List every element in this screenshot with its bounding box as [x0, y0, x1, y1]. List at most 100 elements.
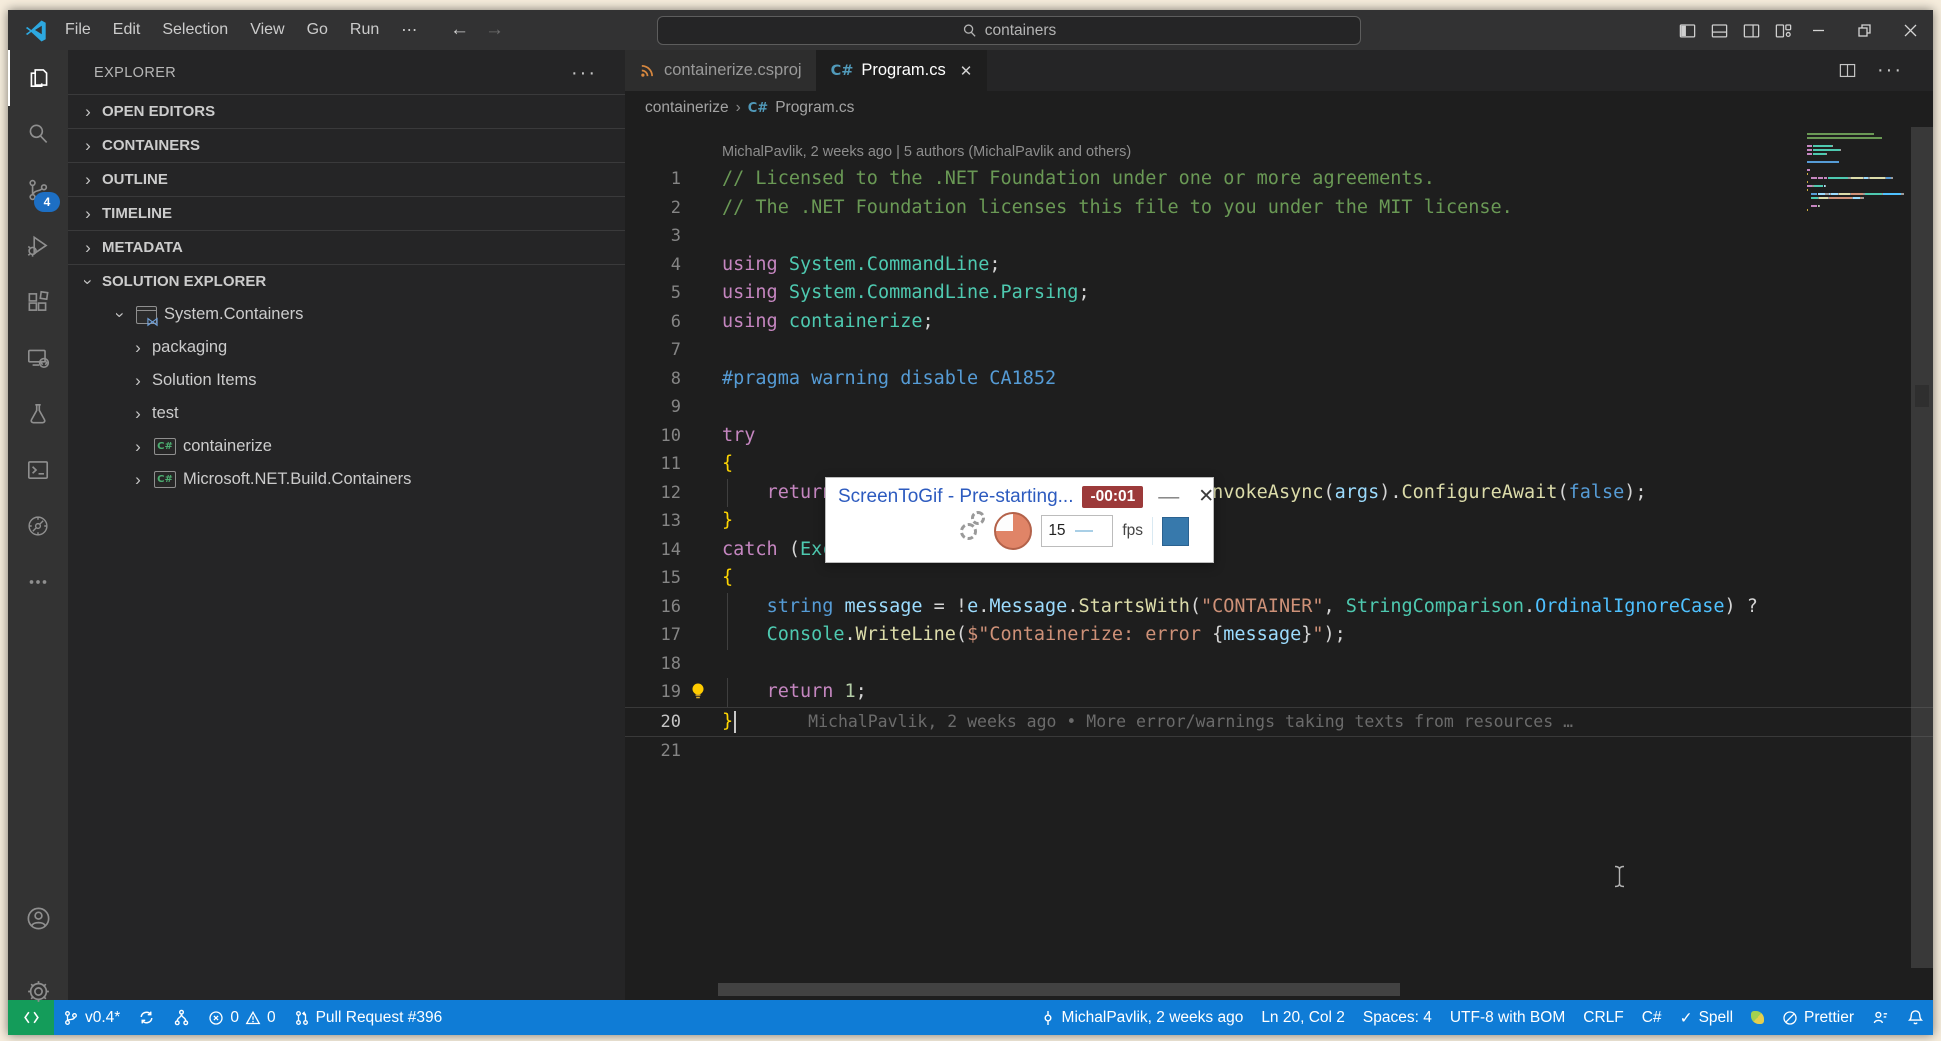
line-number[interactable]: 9 — [625, 393, 681, 422]
tree-item-solution-items[interactable]: Solution Items — [68, 364, 625, 397]
tab-program-cs[interactable]: C# Program.cs ✕ — [817, 50, 988, 91]
close-tab-icon[interactable]: ✕ — [960, 62, 973, 80]
activity-source-control-icon[interactable]: 4 — [8, 162, 68, 218]
record-button[interactable] — [1162, 517, 1189, 546]
language-mode-status[interactable]: C# — [1633, 1000, 1671, 1035]
indentation-status[interactable]: Spaces: 4 — [1354, 1000, 1441, 1035]
explorer-more-actions-icon[interactable]: ··· — [571, 50, 597, 96]
line-number[interactable]: 13 — [625, 507, 681, 536]
commit-graph-status[interactable] — [164, 1000, 199, 1035]
pull-request-status[interactable]: Pull Request #396 — [285, 1000, 452, 1035]
line-number[interactable]: 4 — [625, 251, 681, 280]
lightbulb-icon[interactable] — [689, 681, 707, 703]
menu-run[interactable]: Run — [339, 21, 390, 39]
line-number[interactable]: 20 — [625, 708, 681, 737]
line-number[interactable]: 7 — [625, 336, 681, 365]
tree-item-system-containers[interactable]: System.Containers — [68, 298, 625, 331]
line-number[interactable]: 21 — [625, 737, 681, 766]
remote-indicator[interactable] — [8, 1000, 54, 1035]
navigate-forward-icon[interactable]: → — [485, 19, 504, 41]
problems-status[interactable]: 0 0 — [199, 1000, 284, 1035]
section-timeline[interactable]: TIMELINE — [68, 196, 625, 230]
line-number[interactable]: 16 — [625, 593, 681, 622]
line-number[interactable]: 14 — [625, 536, 681, 565]
activity-search-icon[interactable] — [8, 106, 68, 162]
vertical-scrollbar[interactable] — [1911, 127, 1933, 968]
navigate-back-icon[interactable]: ← — [450, 19, 469, 41]
minimap[interactable] — [1807, 133, 1907, 217]
tree-item-test[interactable]: test — [68, 397, 625, 430]
codelens-authors[interactable]: MichalPavlik, 2 weeks ago | 5 authors (M… — [722, 139, 1933, 165]
line-number[interactable]: 12 — [625, 479, 681, 508]
activity-more-icon[interactable] — [8, 554, 68, 610]
line-number[interactable]: 2 — [625, 194, 681, 223]
fps-input[interactable] — [1048, 522, 1070, 540]
activity-remote-explorer-icon[interactable] — [8, 330, 68, 386]
tab-containerize-csproj[interactable]: containerize.csproj — [625, 50, 817, 91]
toggle-sidebar-icon[interactable] — [1678, 21, 1697, 40]
overlay-minimize-icon[interactable]: — — [1158, 492, 1179, 502]
activity-compass-icon[interactable] — [8, 498, 68, 554]
activity-terminal-icon[interactable] — [8, 442, 68, 498]
menu-edit[interactable]: Edit — [102, 21, 152, 39]
fps-slider[interactable] — [1075, 530, 1093, 532]
eol-status[interactable]: CRLF — [1574, 1000, 1632, 1035]
cursor-position-status[interactable]: Ln 20, Col 2 — [1252, 1000, 1354, 1035]
menu-file[interactable]: File — [54, 21, 102, 39]
prettier-status[interactable]: Prettier — [1773, 1000, 1863, 1035]
menu-selection[interactable]: Selection — [151, 21, 239, 39]
line-number[interactable]: 11 — [625, 450, 681, 479]
horizontal-scrollbar[interactable] — [718, 983, 1400, 996]
blame-author-status[interactable]: MichalPavlik, 2 weeks ago — [1031, 1000, 1253, 1035]
notifications-status[interactable] — [1898, 1000, 1933, 1035]
restore-button[interactable] — [1841, 10, 1887, 50]
activity-testing-icon[interactable] — [8, 386, 68, 442]
line-number[interactable]: 3 — [625, 222, 681, 251]
split-editor-icon[interactable] — [1838, 61, 1857, 80]
spell-checker-status[interactable]: ✓ Spell — [1671, 1000, 1742, 1035]
line-number[interactable]: 18 — [625, 650, 681, 679]
feedback-status[interactable] — [1863, 1000, 1898, 1035]
tree-item-packaging[interactable]: packaging — [68, 331, 625, 364]
section-solution-explorer[interactable]: SOLUTION EXPLORER — [68, 264, 625, 298]
line-number[interactable]: 15 — [625, 564, 681, 593]
activity-explorer-icon[interactable] — [8, 50, 68, 106]
fps-input-box[interactable] — [1041, 515, 1113, 547]
tree-item-containerize[interactable]: C# containerize — [68, 430, 625, 463]
accounts-icon[interactable] — [8, 905, 68, 932]
line-number[interactable]: 17 — [625, 621, 681, 650]
customize-layout-icon[interactable] — [1774, 21, 1793, 40]
activity-extensions-icon[interactable] — [8, 274, 68, 330]
breadcrumb-file[interactable]: Program.cs — [775, 99, 854, 117]
menu-go[interactable]: Go — [296, 21, 339, 39]
sync-status[interactable] — [129, 1000, 164, 1035]
section-outline[interactable]: OUTLINE — [68, 162, 625, 196]
minimize-button[interactable] — [1795, 10, 1841, 50]
command-center-search[interactable]: containers — [657, 16, 1361, 45]
breadcrumb-folder[interactable]: containerize — [645, 99, 729, 117]
menu-more[interactable]: ⋯ — [390, 20, 428, 40]
section-containers[interactable]: CONTAINERS — [68, 128, 625, 162]
line-number[interactable]: 5 — [625, 279, 681, 308]
settings-gears-icon[interactable] — [960, 523, 985, 540]
line-number[interactable]: 8 — [625, 365, 681, 394]
section-metadata[interactable]: METADATA — [68, 230, 625, 264]
overlay-close-icon[interactable]: ✕ — [1198, 485, 1214, 508]
activity-run-debug-icon[interactable] — [8, 218, 68, 274]
line-number[interactable]: 10 — [625, 422, 681, 451]
section-open-editors[interactable]: OPEN EDITORS — [68, 94, 625, 128]
settings-gear-icon[interactable] — [8, 978, 68, 1005]
extension-status[interactable] — [1742, 1000, 1773, 1035]
line-number[interactable]: 1 — [625, 165, 681, 194]
toggle-panel-icon[interactable] — [1710, 21, 1729, 40]
encoding-status[interactable]: UTF-8 with BOM — [1441, 1000, 1574, 1035]
tree-item-ms-net-build-containers[interactable]: C# Microsoft.NET.Build.Containers — [68, 463, 625, 496]
code-area[interactable]: MichalPavlik, 2 weeks ago | 5 authors (M… — [625, 125, 1933, 1000]
branch-status[interactable]: v0.4* — [54, 1000, 129, 1035]
line-number[interactable]: 6 — [625, 308, 681, 337]
close-window-button[interactable] — [1887, 10, 1933, 50]
toggle-secondary-sidebar-icon[interactable] — [1742, 21, 1761, 40]
line-number[interactable]: 19 — [625, 678, 681, 707]
editor-more-actions-icon[interactable]: ··· — [1877, 59, 1903, 82]
menu-view[interactable]: View — [239, 21, 295, 39]
